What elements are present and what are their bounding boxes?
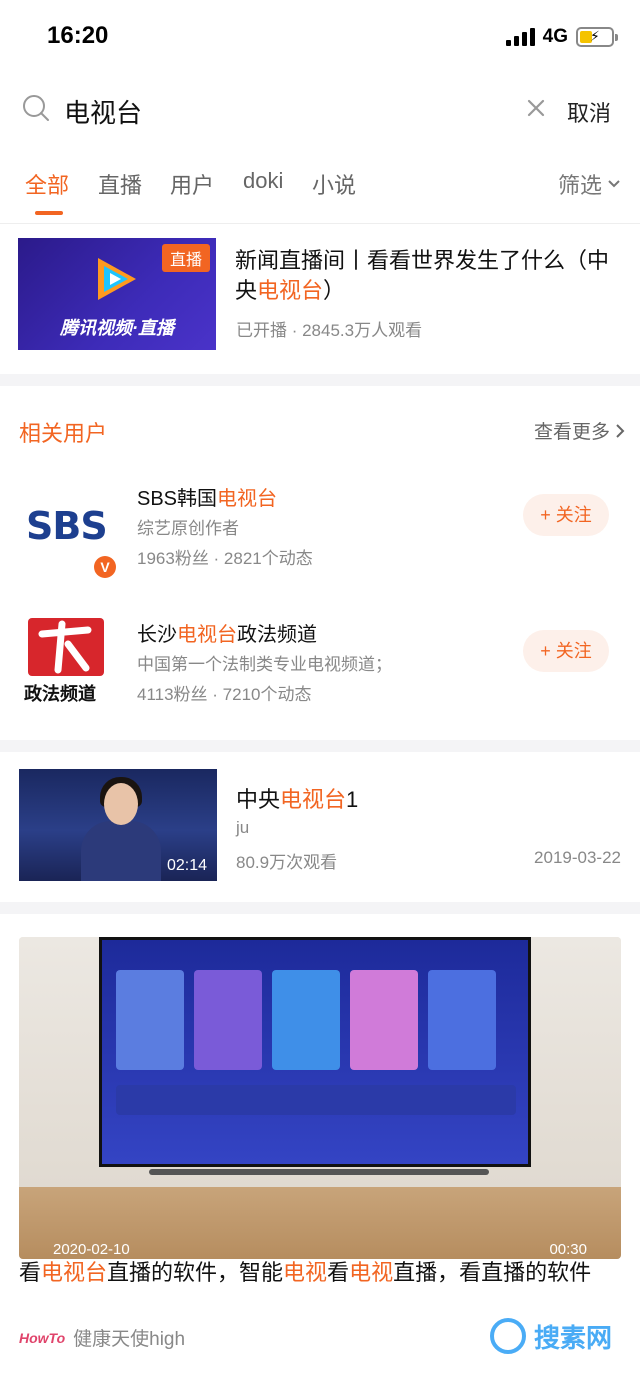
user-desc: 中国第一个法制类专业电视频道；	[137, 655, 392, 674]
tab-novel[interactable]: 小说	[312, 168, 356, 200]
live-thumbnail: 直播 腾讯视频·直播	[18, 238, 216, 350]
user-name: 长沙电视台政法频道	[137, 624, 317, 646]
tab-all[interactable]: 全部	[25, 168, 69, 200]
tab-indicator	[35, 211, 63, 215]
big-video-date: 2020-02-10	[53, 1241, 130, 1258]
tab-users[interactable]: 用户	[170, 168, 214, 200]
section-divider	[0, 740, 640, 752]
follow-button[interactable]: + 关注	[523, 494, 609, 536]
tab-doki[interactable]: doki	[243, 168, 283, 194]
chevron-right-icon	[616, 423, 625, 438]
search-icon	[23, 95, 49, 121]
search-input[interactable]: 电视台	[64, 93, 142, 130]
section-divider	[0, 374, 640, 386]
user-desc: 综艺原创作者	[137, 519, 239, 538]
tab-bar: 全部 直播 用户 doki 小说 筛选	[0, 160, 640, 224]
user-stats: 4113粉丝 · 7210个动态	[137, 685, 312, 704]
filter-label: 筛选	[557, 173, 602, 198]
status-time: 16:20	[47, 22, 109, 49]
filter-button[interactable]: 筛选	[558, 168, 622, 200]
related-users-section: 相关用户 查看更多 SBS V SBS韩国电视台 综艺原创作者 1963粉丝 ·…	[0, 386, 640, 740]
follow-button[interactable]: + 关注	[523, 630, 609, 672]
video-title: 中央电视台1	[236, 787, 359, 812]
tv-screen	[99, 937, 531, 1167]
signal-icon	[505, 28, 535, 46]
watermark-logo-icon	[489, 1318, 526, 1354]
battery-icon: ⚡	[576, 27, 618, 47]
video-views: 80.9万次观看	[236, 853, 338, 872]
chevron-down-icon	[608, 180, 620, 188]
channel-logo-icon	[28, 618, 104, 676]
big-video-source[interactable]: HowTo 健康天使high	[19, 1324, 185, 1351]
section-divider	[0, 902, 640, 914]
video-date: 2019-03-22	[534, 848, 621, 867]
big-video-duration: 00:30	[549, 1241, 587, 1258]
live-result-card[interactable]: 直播 腾讯视频·直播 新闻直播间丨看看世界发生了什么（中央电视台） 已开播 · …	[0, 230, 640, 374]
live-badge: 直播	[161, 244, 210, 272]
tencent-video-logo-icon	[98, 258, 136, 300]
user-row[interactable]: SBS V SBS韩国电视台 综艺原创作者 1963粉丝 · 2821个动态 +…	[0, 482, 640, 602]
video-thumbnail: 02:14	[19, 769, 217, 881]
user-row[interactable]: 政法频道 长沙电视台政法频道 中国第一个法制类专业电视频道； 4113粉丝 · …	[0, 618, 640, 738]
user-stats: 1963粉丝 · 2821个动态	[137, 549, 313, 568]
tab-live[interactable]: 直播	[98, 168, 142, 200]
live-brand-text: 腾讯视频·直播	[60, 318, 174, 338]
see-more-link[interactable]: 查看更多	[534, 417, 626, 444]
big-video-card[interactable]: 2020-02-10 00:30 看电视台直播的软件，智能电视看电视直播，看直播…	[0, 916, 640, 1385]
user-name: SBS韩国电视台	[137, 488, 278, 510]
big-video-thumbnail: 2020-02-10 00:30	[19, 937, 621, 1259]
live-title: 新闻直播间丨看看世界发生了什么（中央电视台）	[235, 248, 610, 303]
clear-icon[interactable]	[524, 96, 548, 120]
howto-logo-icon: HowTo	[19, 1329, 66, 1346]
watermark: 搜素网	[488, 1316, 612, 1356]
video-duration: 02:14	[166, 857, 207, 874]
cancel-button[interactable]: 取消	[567, 96, 611, 128]
avatar: SBS V	[20, 488, 120, 578]
big-video-title: 看电视台直播的软件，智能电视看电视直播，看直播的软件	[19, 1260, 592, 1285]
avatar: 政法频道	[20, 618, 120, 708]
video-author: ju	[236, 818, 250, 837]
network-label: 4G	[542, 26, 568, 47]
status-bar: 16:20 4G ⚡	[0, 0, 640, 76]
section-title: 相关用户	[19, 421, 108, 446]
watermark-text: 搜素网	[533, 1322, 612, 1353]
verified-badge-icon: V	[94, 556, 116, 578]
search-bar[interactable]: 电视台 取消	[0, 80, 640, 140]
source-name: 健康天使high	[73, 1329, 186, 1350]
video-result-row[interactable]: 02:14 中央电视台1 ju 80.9万次观看 2019-03-22	[0, 752, 640, 902]
live-meta: 已开播 · 2845.3万人观看	[236, 321, 423, 340]
